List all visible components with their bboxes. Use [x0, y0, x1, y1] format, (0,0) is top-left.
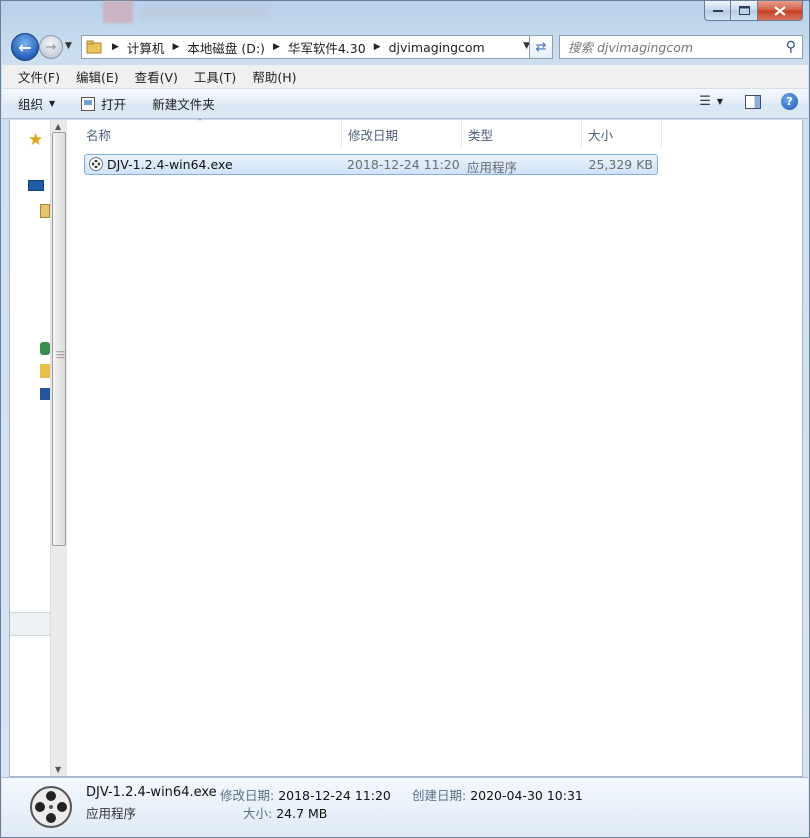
open-icon [81, 96, 96, 111]
column-type-label: 类型 [468, 127, 494, 143]
recent-pages-dropdown[interactable]: ▼ [65, 41, 75, 51]
chevron-down-icon: ▼ [49, 99, 56, 108]
breadcrumb: ▶ 计算机 ▶ 本地磁盘 (D:) ▶ 华军软件4.30 ▶ djvimagin… [108, 38, 485, 57]
open-button[interactable]: 打开 [81, 94, 126, 113]
help-icon[interactable]: ? [781, 93, 798, 110]
column-name-label: 名称 [86, 127, 112, 143]
scroll-up-icon[interactable]: ▲ [55, 122, 61, 131]
file-row[interactable]: DJV-1.2.4-win64.exe 2018-12-24 11:20 应用程… [84, 154, 658, 175]
column-header-date[interactable]: 修改日期 [342, 120, 462, 148]
folder-icon[interactable] [40, 364, 50, 378]
search-icon[interactable]: ⚲ [786, 39, 796, 55]
column-header-type[interactable]: 类型 [462, 120, 582, 148]
scroll-grip-icon: — — — [56, 347, 65, 363]
preview-pane-icon[interactable] [745, 94, 761, 109]
back-arrow-icon: ← [18, 37, 32, 57]
minimize-icon [712, 9, 723, 12]
search-box: ⚲ [559, 35, 803, 59]
details-created: 创建日期: 2020-04-30 10:31 [412, 785, 583, 804]
details-pane: DJV-1.2.4-win64.exe 应用程序 修改日期: 2018-12-2… [2, 777, 808, 837]
breadcrumb-current-folder[interactable]: djvimagingcom [389, 40, 485, 55]
forward-button[interactable]: → [39, 35, 63, 59]
refresh-button[interactable]: ⇄ [529, 35, 553, 59]
file-type: 应用程序 [467, 160, 518, 175]
libraries-icon[interactable] [40, 204, 50, 218]
view-controls: ☰ ▼ ? [699, 93, 798, 110]
breadcrumb-computer[interactable]: 计算机 [127, 38, 165, 57]
breadcrumb-separator-icon[interactable]: ▶ [112, 42, 119, 52]
scrollbar-thumb[interactable]: — — — [52, 132, 66, 546]
nav-pane-footer [10, 612, 50, 636]
organize-button[interactable]: 组织 ▼ [18, 94, 55, 113]
nav-pane-scrollbar[interactable]: ▲ — — — ▼ [50, 120, 67, 776]
address-bar[interactable]: ▶ 计算机 ▶ 本地磁盘 (D:) ▶ 华军软件4.30 ▶ djvimagin… [81, 35, 535, 59]
details-modified-value: 2018-12-24 11:20 [278, 788, 391, 803]
content-area: ★ ▲ — — — ▼ ⌃ 名称 修改日期 类型 大小 DJV-1.2.4-wi… [9, 118, 803, 777]
column-size-label: 大小 [588, 127, 614, 143]
new-folder-button[interactable]: 新建文件夹 [152, 94, 215, 113]
navigation-bar: ← → ▼ ▶ 计算机 ▶ 本地磁盘 (D:) ▶ 华军软件4.30 ▶ djv… [9, 33, 803, 61]
blurred-title-icon [103, 1, 133, 23]
menu-view[interactable]: 查看(V) [127, 67, 186, 86]
new-folder-label: 新建文件夹 [152, 97, 215, 112]
computer-icon[interactable] [40, 388, 50, 400]
column-header-name[interactable]: 名称 [80, 120, 342, 148]
open-label: 打开 [101, 97, 127, 112]
favorites-star-icon[interactable]: ★ [28, 130, 43, 150]
breadcrumb-separator-icon[interactable]: ▶ [172, 42, 179, 52]
details-modified: 修改日期: 2018-12-24 11:20 [220, 785, 391, 804]
details-file-name: DJV-1.2.4-win64.exe [86, 785, 217, 800]
details-size: 大小: 24.7 MB [243, 803, 327, 822]
column-headers: ⌃ 名称 修改日期 类型 大小 [68, 118, 668, 148]
details-size-label: 大小: [243, 806, 273, 821]
column-date-label: 修改日期 [348, 127, 399, 143]
menu-bar: 文件(F) 编辑(E) 查看(V) 工具(T) 帮助(H) [2, 65, 808, 89]
folder-icon [86, 40, 102, 54]
breadcrumb-separator-icon[interactable]: ▶ [374, 42, 381, 52]
command-bar: 组织 ▼ 打开 新建文件夹 ☰ ▼ ? [2, 89, 808, 119]
navigation-pane: ★ ▲ — — — ▼ [10, 120, 67, 776]
back-button[interactable]: ← [11, 33, 39, 61]
details-modified-label: 修改日期: [220, 788, 275, 803]
breadcrumb-separator-icon[interactable]: ▶ [273, 42, 280, 52]
details-size-value: 24.7 MB [276, 806, 328, 821]
change-view-icon[interactable]: ☰ [699, 94, 711, 109]
desktop-icon[interactable] [28, 180, 44, 191]
column-header-size[interactable]: 大小 [582, 120, 662, 148]
breadcrumb-local-disk[interactable]: 本地磁盘 (D:) [187, 38, 265, 57]
explorer-window: ← → ▼ ▶ 计算机 ▶ 本地磁盘 (D:) ▶ 华军软件4.30 ▶ djv… [0, 0, 810, 838]
details-file-type: 应用程序 [86, 806, 137, 821]
details-created-label: 创建日期: [412, 788, 467, 803]
minimize-button[interactable] [704, 1, 731, 21]
close-icon [774, 5, 786, 16]
breadcrumb-software-folder[interactable]: 华军软件4.30 [288, 38, 366, 57]
maximize-button[interactable] [731, 1, 758, 21]
forward-arrow-icon: → [45, 39, 57, 55]
file-list: ⌃ 名称 修改日期 类型 大小 DJV-1.2.4-win64.exe 2018… [68, 118, 802, 776]
menu-help[interactable]: 帮助(H) [244, 67, 304, 86]
homegroup-icon[interactable] [40, 342, 50, 355]
search-input[interactable] [568, 39, 768, 55]
menu-tools[interactable]: 工具(T) [186, 67, 244, 86]
refresh-icon: ⇄ [535, 39, 547, 55]
details-created-value: 2020-04-30 10:31 [470, 788, 583, 803]
file-date: 2018-12-24 11:20 [347, 157, 460, 172]
file-name: DJV-1.2.4-win64.exe [107, 157, 233, 172]
close-button[interactable] [758, 1, 803, 21]
file-size: 25,329 KB [588, 157, 653, 172]
view-options-dropdown-icon[interactable]: ▼ [717, 97, 723, 106]
menu-file[interactable]: 文件(F) [10, 67, 68, 86]
window-controls [704, 1, 803, 21]
film-reel-large-icon [30, 786, 72, 828]
blurred-title-text [141, 7, 271, 21]
menu-edit[interactable]: 编辑(E) [68, 67, 127, 86]
organize-label: 组织 [18, 97, 44, 112]
film-reel-icon [89, 157, 103, 171]
maximize-icon [738, 6, 750, 15]
scroll-down-icon[interactable]: ▼ [55, 765, 61, 774]
